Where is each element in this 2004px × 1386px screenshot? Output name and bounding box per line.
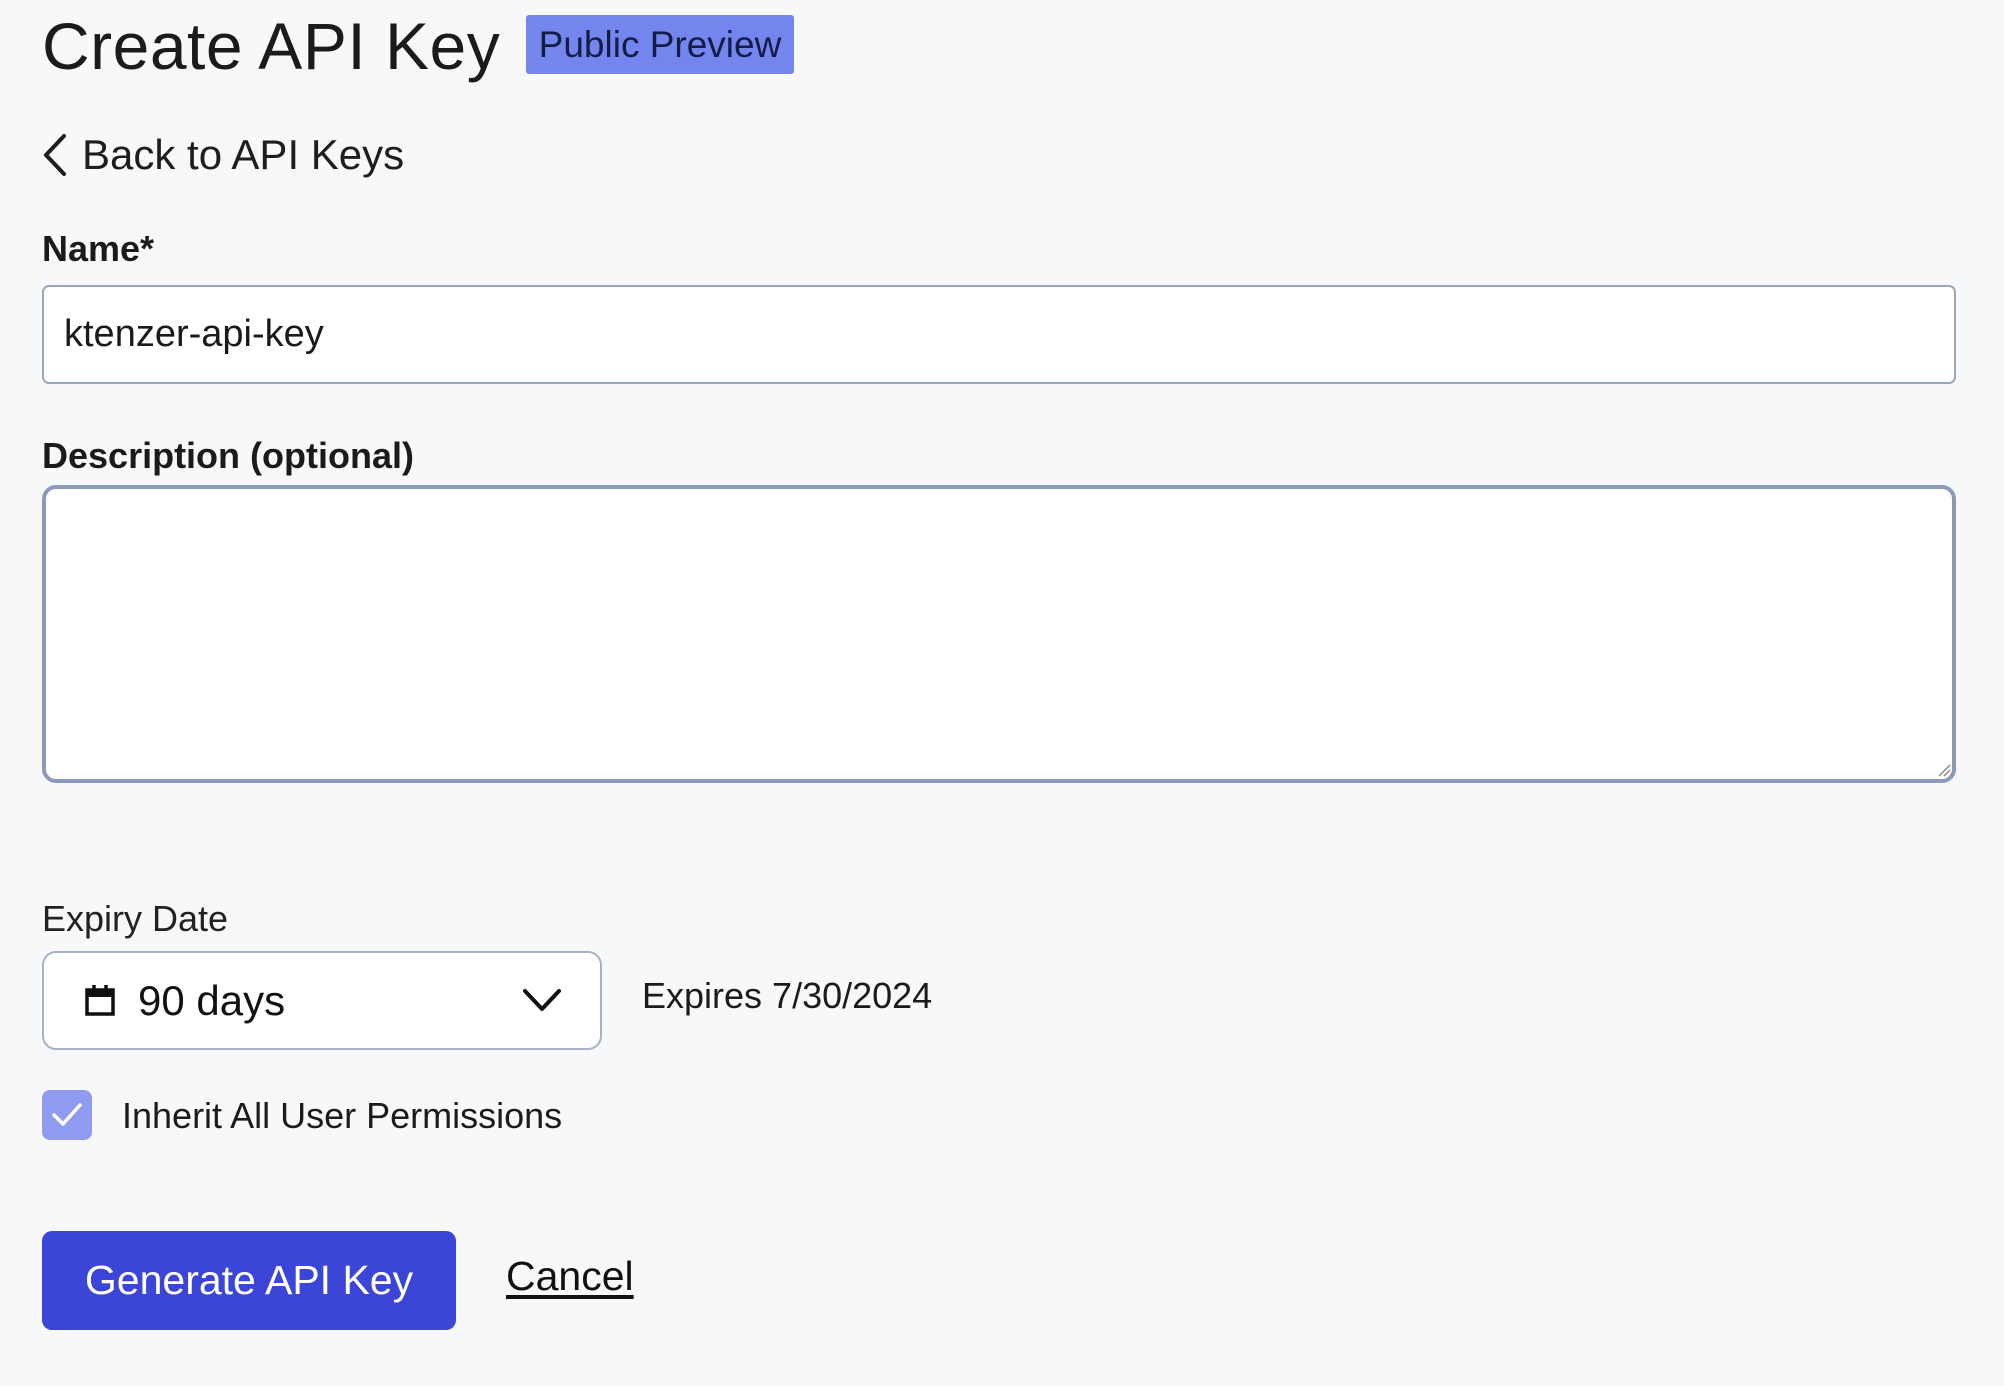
inherit-permissions-checkbox[interactable] bbox=[42, 1090, 92, 1140]
check-icon bbox=[52, 1103, 82, 1126]
name-label: Name* bbox=[42, 228, 155, 269]
generate-api-key-button[interactable]: Generate API Key bbox=[42, 1231, 456, 1330]
resize-handle-icon[interactable] bbox=[1937, 763, 1951, 777]
inherit-permissions-label[interactable]: Inherit All User Permissions bbox=[122, 1095, 562, 1137]
calendar-icon bbox=[85, 985, 115, 1016]
description-textarea[interactable] bbox=[42, 485, 1956, 783]
back-to-api-keys-link[interactable]: Back to API Keys bbox=[42, 127, 404, 183]
name-input[interactable] bbox=[42, 285, 1956, 384]
public-preview-badge: Public Preview bbox=[526, 15, 794, 74]
cancel-link[interactable]: Cancel bbox=[506, 1253, 634, 1300]
expiry-select-value: 90 days bbox=[138, 977, 286, 1024]
chevron-left-icon bbox=[44, 134, 66, 176]
description-label: Description (optional) bbox=[42, 435, 414, 476]
expiry-date-label: Expiry Date bbox=[42, 898, 229, 939]
expires-date-text: Expires 7/30/2024 bbox=[642, 975, 933, 1016]
expiry-date-select[interactable]: 90 days bbox=[42, 951, 602, 1050]
page-title: Create API Key bbox=[42, 9, 501, 83]
back-link-label: Back to API Keys bbox=[82, 131, 405, 178]
chevron-down-icon bbox=[523, 989, 561, 1011]
